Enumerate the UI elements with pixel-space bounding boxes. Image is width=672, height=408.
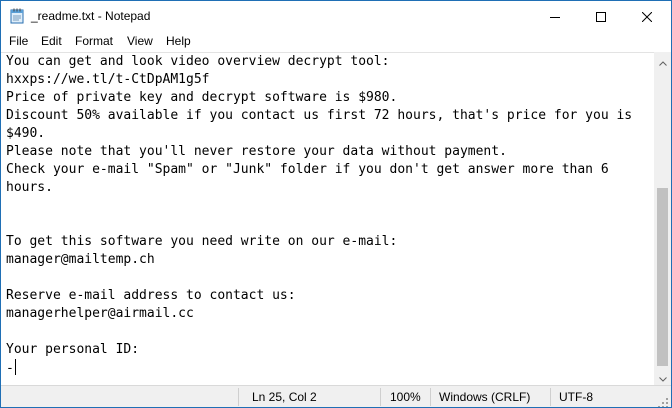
editor-content[interactable]: You can get and look video overview decr… xyxy=(6,53,632,378)
chevron-up-icon xyxy=(658,51,667,70)
editor-line: ​ xyxy=(6,269,632,287)
chevron-down-icon xyxy=(658,367,667,386)
menu-help[interactable]: Help xyxy=(165,34,192,48)
line-ending: Windows (CRLF) xyxy=(439,390,531,404)
scroll-down-button[interactable] xyxy=(654,368,671,385)
resize-grip-icon[interactable] xyxy=(657,394,669,407)
editor-line: Please note that you'll never restore yo… xyxy=(6,144,507,159)
status-divider xyxy=(550,388,551,406)
editor-line: Discount 50% available if you contact us… xyxy=(6,108,633,123)
editor-line: $490. xyxy=(6,126,46,141)
editor-line: managerhelper@airmail.cc xyxy=(6,306,194,321)
minimize-icon xyxy=(550,7,560,26)
title-bar[interactable]: _readme.txt - Notepad xyxy=(1,1,671,32)
status-bar: Ln 25, Col 2 100% Windows (CRLF) UTF-8 xyxy=(1,385,671,407)
window-title: _readme.txt - Notepad xyxy=(31,9,151,23)
status-divider xyxy=(430,388,431,406)
editor-line: Check your e-mail "Spam" or "Junk" folde… xyxy=(6,162,609,177)
close-button[interactable] xyxy=(624,1,670,32)
menu-format[interactable]: Format xyxy=(74,34,114,48)
editor-line: Price of private key and decrypt softwar… xyxy=(6,90,398,105)
editor-line: hxxps://we.tl/t-CtDpAM1g5f xyxy=(6,72,210,87)
editor-line: You can get and look video overview decr… xyxy=(6,54,390,69)
menu-edit[interactable]: Edit xyxy=(40,34,63,48)
editor-line: To get this software you need write on o… xyxy=(6,234,398,249)
editor-line: ​ xyxy=(6,215,632,233)
notepad-icon xyxy=(9,8,25,24)
status-divider xyxy=(238,388,239,406)
cursor-position: Ln 25, Col 2 xyxy=(252,390,317,404)
notepad-window: _readme.txt - Notepad File Edit Format V… xyxy=(0,0,672,408)
editor-line: Your personal ID: xyxy=(6,342,140,357)
zoom-level: 100% xyxy=(390,390,421,404)
editor-line: ​ xyxy=(6,323,632,341)
close-icon xyxy=(641,7,653,26)
menu-file[interactable]: File xyxy=(8,34,29,48)
vertical-scrollbar[interactable] xyxy=(654,52,671,385)
menu-bar: File Edit Format View Help xyxy=(1,32,671,52)
editor-line: manager@mailtemp.ch xyxy=(6,252,155,267)
editor-line: ​ xyxy=(6,197,632,215)
encoding: UTF-8 xyxy=(559,390,593,404)
editor-line: hours. xyxy=(6,180,53,195)
scrollbar-thumb[interactable] xyxy=(657,188,668,366)
maximize-button[interactable] xyxy=(578,1,624,32)
scroll-up-button[interactable] xyxy=(654,52,671,69)
minimize-button[interactable] xyxy=(532,1,578,32)
maximize-icon xyxy=(596,7,606,26)
editor-line: Reserve e-mail address to contact us: xyxy=(6,288,296,303)
editor-line: - xyxy=(6,359,16,376)
status-divider xyxy=(380,388,381,406)
menu-view[interactable]: View xyxy=(126,34,154,48)
text-caret xyxy=(14,359,16,375)
text-editor[interactable]: You can get and look video overview decr… xyxy=(1,52,654,386)
